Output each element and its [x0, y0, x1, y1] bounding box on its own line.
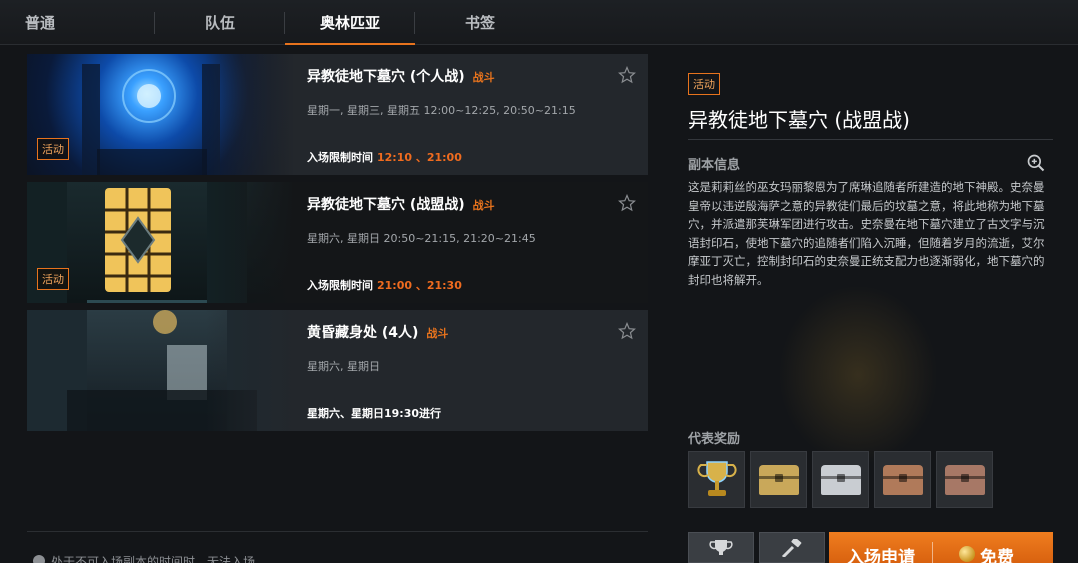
rewards-heading: 代表奖励 [688, 432, 741, 447]
entry-notice: 处于不可入场副本的时间时，无法入场。 [33, 553, 267, 563]
event-badge: 活动 [688, 73, 720, 95]
button-separator [932, 542, 933, 563]
tab-bookmark[interactable]: 书签 [415, 0, 545, 44]
dungeon-thumbnail [27, 310, 295, 431]
reward-slot[interactable] [688, 451, 745, 508]
dungeon-detail-panel: 活动 异教徒地下墓穴 (战盟战) 副本信息 这是莉莉丝的巫女玛丽黎恩为了席琳追随… [673, 60, 1068, 563]
bookmark-star-icon[interactable] [618, 66, 636, 84]
detail-background-gate [778, 285, 938, 465]
dungeon-info-heading: 副本信息 [688, 158, 741, 173]
dungeon-card-solo[interactable]: 活动 异教徒地下墓穴 (个人战) 战斗 星期一, 星期三, 星期五 12:00~1… [27, 54, 648, 175]
bronze-chest-icon [882, 464, 923, 495]
card-body: 黄昏藏身处 (4人) 战斗 星期六, 星期日 星期六、星期日19:30进行 [307, 310, 648, 431]
dungeon-title: 异教徒地下墓穴 (战盟战) 战斗 [307, 194, 495, 214]
dungeon-card-guild[interactable]: 活动 异教徒地下墓穴 (战盟战) 战斗 星期六, 星期日 20:50~21:15,… [27, 182, 648, 303]
entry-limit-time: 21:00 、21:30 [377, 279, 462, 292]
entry-limit: 入场限制时间 21:00 、21:30 [307, 277, 462, 293]
trophy-icon [709, 540, 733, 555]
battle-tag: 战斗 [426, 327, 449, 340]
silver-chest-icon [820, 464, 861, 495]
tab-olympia[interactable]: 奥林匹亚 [285, 0, 415, 45]
zoom-in-icon[interactable] [1026, 153, 1046, 173]
entry-notice-text: 处于不可入场副本的时间时，无法入场。 [51, 555, 268, 563]
dungeon-title-text: 异教徒地下墓穴 (战盟战) [307, 197, 465, 213]
battle-tag: 战斗 [472, 71, 495, 84]
copper-chest-icon [944, 464, 985, 495]
entry-limit: 入场限制时间 12:10 、21:00 [307, 149, 462, 165]
dungeon-description: 这是莉莉丝的巫女玛丽黎恩为了席琳追随者所建造的地下神殿。史奈曼皇帝以违逆殷海萨之… [688, 180, 1045, 287]
thumbnail-fade [205, 310, 295, 431]
bookmark-star-icon[interactable] [618, 322, 636, 340]
dungeon-schedule: 星期六, 星期日 [307, 360, 380, 373]
detail-divider [688, 139, 1053, 140]
event-badge: 活动 [37, 138, 69, 160]
entry-limit-label: 入场限制时间 [307, 151, 373, 164]
entry-limit-label: 星期六、星期日19:30进行 [307, 407, 442, 420]
dungeon-title-text: 黄昏藏身处 (4人) [307, 325, 419, 341]
ranking-button[interactable] [688, 532, 754, 563]
trophy-icon [696, 460, 737, 496]
thumbnail-fade [205, 182, 295, 303]
entry-limit-label: 入场限制时间 [307, 279, 373, 292]
gavel-icon [781, 539, 802, 557]
thumbnail-fade [205, 54, 295, 175]
gold-chest-icon [758, 464, 799, 495]
cost-label: 免费 [980, 548, 1014, 563]
dungeon-card-twilight[interactable]: 黄昏藏身处 (4人) 战斗 星期六, 星期日 星期六、星期日19:30进行 [27, 310, 648, 431]
dungeon-title: 黄昏藏身处 (4人) 战斗 [307, 322, 448, 342]
event-badge: 活动 [37, 268, 69, 290]
list-divider [27, 531, 648, 532]
reward-slot[interactable] [750, 451, 807, 508]
reward-slot[interactable] [936, 451, 993, 508]
tab-bar: 普通 队伍 奥林匹亚 书签 [0, 0, 1078, 45]
card-body: 异教徒地下墓穴 (个人战) 战斗 星期一, 星期三, 星期五 12:00~12:2… [307, 54, 648, 175]
enter-request-label: 入场申请 [847, 548, 915, 563]
reward-slot[interactable] [874, 451, 931, 508]
dungeon-schedule: 星期一, 星期三, 星期五 12:00~12:25, 20:50~21:15 [307, 104, 576, 117]
dungeon-title-text: 异教徒地下墓穴 (个人战) [307, 69, 465, 85]
reward-list [688, 451, 993, 508]
reward-slot[interactable] [812, 451, 869, 508]
dungeon-list: 活动 异教徒地下墓穴 (个人战) 战斗 星期一, 星期三, 星期五 12:00~1… [27, 54, 648, 438]
detail-title: 异教徒地下墓穴 (战盟战) [688, 108, 910, 132]
info-icon [33, 555, 45, 563]
enter-request-button[interactable]: 入场申请 免费 [829, 532, 1053, 563]
battle-tag: 战斗 [472, 199, 495, 212]
dungeon-schedule: 星期六, 星期日 20:50~21:15, 21:20~21:45 [307, 232, 536, 245]
entry-limit-time: 12:10 、21:00 [377, 151, 462, 164]
entry-limit: 星期六、星期日19:30进行 [307, 405, 441, 421]
auction-button[interactable] [759, 532, 825, 563]
bookmark-star-icon[interactable] [618, 194, 636, 212]
dungeon-title: 异教徒地下墓穴 (个人战) 战斗 [307, 66, 495, 86]
tab-party[interactable]: 队伍 [155, 0, 285, 44]
tab-normal[interactable]: 普通 [0, 0, 155, 44]
card-body: 异教徒地下墓穴 (战盟战) 战斗 星期六, 星期日 20:50~21:15, 21… [307, 182, 648, 303]
coin-icon [959, 546, 975, 562]
